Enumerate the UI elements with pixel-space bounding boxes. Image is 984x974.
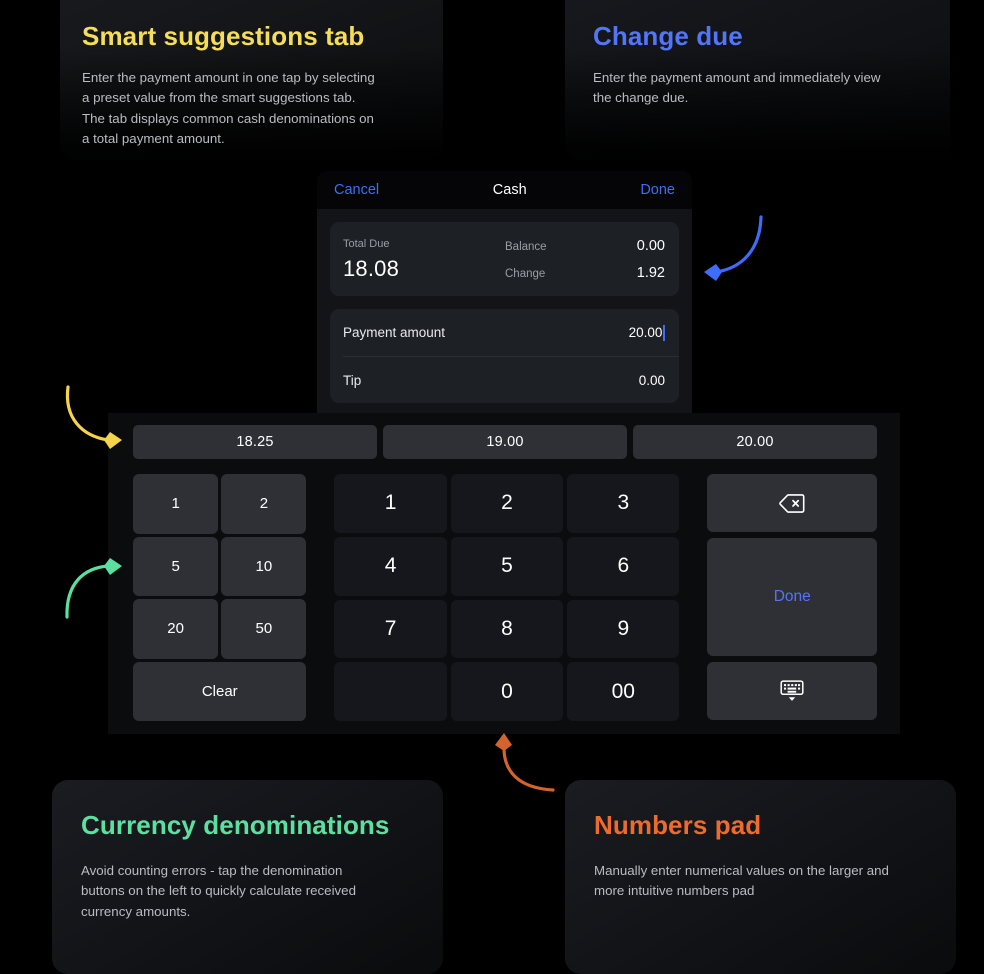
card-smart-suggestions-title: Smart suggestions tab bbox=[82, 21, 365, 51]
change-value: 1.92 bbox=[636, 264, 665, 281]
tip-label: Tip bbox=[343, 373, 362, 388]
denomination-key-20[interactable]: 20 bbox=[133, 599, 219, 659]
backspace-button[interactable] bbox=[707, 474, 877, 532]
smart-suggestions-tab: 18.25 19.00 20.00 bbox=[133, 425, 877, 459]
number-key-2[interactable]: 2 bbox=[450, 474, 564, 533]
keypad-actions: Done bbox=[707, 474, 877, 721]
totals-right-block: Balance 0.00 Change 1.92 bbox=[505, 238, 665, 281]
number-key-3[interactable]: 3 bbox=[567, 474, 680, 533]
currency-denominations-pad: 1 2 5 10 20 50 Clear bbox=[133, 474, 307, 721]
number-key-6[interactable]: 6 bbox=[567, 536, 680, 596]
card-numbers-pad: Numbers pad Manually enter numerical val… bbox=[565, 780, 956, 974]
total-due-block: Total Due 18.08 bbox=[343, 237, 400, 281]
text-caret bbox=[663, 324, 665, 341]
cash-payment-dialog: Cancel Cash Done Total Due 18.08 Balance… bbox=[317, 171, 692, 413]
cancel-button[interactable]: Cancel bbox=[334, 183, 379, 198]
backspace-icon bbox=[779, 493, 805, 513]
total-due-label: Total Due bbox=[343, 237, 390, 250]
keypad-grid: 1 2 5 10 20 50 Clear 1 2 3 4 5 6 7 8 9 0… bbox=[133, 474, 877, 721]
card-currency-denominations-title: Currency denominations bbox=[81, 810, 390, 840]
number-key-8[interactable]: 8 bbox=[450, 599, 564, 659]
number-key-7[interactable]: 7 bbox=[334, 599, 447, 659]
numbers-pad: 1 2 3 4 5 6 7 8 9 0 00 bbox=[334, 474, 680, 721]
arrow-to-numbers-pad bbox=[495, 733, 555, 792]
denomination-key-10[interactable]: 10 bbox=[221, 536, 307, 596]
suggestion-button[interactable]: 19.00 bbox=[383, 425, 627, 459]
keyboard-dismiss-icon bbox=[779, 680, 805, 702]
dismiss-keyboard-button[interactable] bbox=[707, 662, 877, 720]
dialog-title: Cash bbox=[492, 181, 527, 198]
card-numbers-pad-title: Numbers pad bbox=[594, 810, 762, 840]
number-key-0[interactable]: 0 bbox=[450, 662, 564, 721]
balance-value: 0.00 bbox=[636, 237, 665, 254]
number-key-4[interactable]: 4 bbox=[334, 536, 447, 596]
suggestion-button[interactable]: 20.00 bbox=[633, 425, 877, 459]
total-due-value: 18.08 bbox=[343, 255, 400, 281]
card-change-due-title: Change due bbox=[593, 21, 743, 51]
suggestion-button[interactable]: 18.25 bbox=[133, 425, 377, 459]
number-key-5[interactable]: 5 bbox=[450, 536, 564, 596]
card-change-due-body: Enter the payment amount and immediately… bbox=[593, 69, 881, 106]
fields-panel: Payment amount 20.00 Tip 0.00 bbox=[330, 309, 679, 403]
change-row: Change 1.92 bbox=[505, 265, 665, 281]
number-key-blank[interactable] bbox=[334, 662, 447, 721]
keypad-done-button[interactable]: Done bbox=[707, 538, 877, 656]
card-currency-denominations-body: Avoid counting errors - tap the denomina… bbox=[81, 862, 356, 919]
denomination-key-5[interactable]: 5 bbox=[133, 536, 219, 596]
payment-amount-value: 20.00 bbox=[628, 325, 663, 340]
totals-panel: Total Due 18.08 Balance 0.00 Change 1.92 bbox=[330, 222, 679, 296]
keypad-panel: 18.25 19.00 20.00 1 2 5 10 20 50 Clear 1… bbox=[108, 413, 900, 734]
balance-row: Balance 0.00 bbox=[505, 238, 665, 254]
tip-field[interactable]: 0.00 bbox=[639, 373, 665, 388]
denomination-key-1[interactable]: 1 bbox=[133, 474, 219, 534]
denomination-key-2[interactable]: 2 bbox=[221, 474, 307, 534]
done-button[interactable]: Done bbox=[640, 183, 675, 198]
payment-amount-row[interactable]: Payment amount 20.00 bbox=[330, 309, 679, 356]
balance-label: Balance bbox=[505, 240, 547, 253]
clear-button[interactable]: Clear bbox=[133, 661, 307, 721]
number-key-00[interactable]: 00 bbox=[567, 662, 680, 721]
arrow-to-change-due bbox=[704, 215, 763, 281]
tip-row[interactable]: Tip 0.00 bbox=[330, 357, 679, 404]
number-key-1[interactable]: 1 bbox=[334, 474, 447, 533]
tip-value: 0.00 bbox=[638, 373, 665, 388]
card-numbers-pad-body: Manually enter numerical values on the l… bbox=[594, 862, 889, 899]
card-smart-suggestions-body: Enter the payment amount in one tap by s… bbox=[82, 69, 375, 147]
card-change-due: Change due Enter the payment amount and … bbox=[565, 0, 950, 160]
card-currency-denominations: Currency denominations Avoid counting er… bbox=[52, 780, 443, 974]
dialog-header: Cancel Cash Done bbox=[317, 171, 692, 209]
number-key-9[interactable]: 9 bbox=[567, 599, 680, 659]
denomination-key-50[interactable]: 50 bbox=[221, 599, 307, 659]
payment-amount-label: Payment amount bbox=[343, 325, 446, 340]
payment-amount-field[interactable]: 20.00 bbox=[628, 324, 665, 341]
card-smart-suggestions: Smart suggestions tab Enter the payment … bbox=[60, 0, 443, 160]
change-label: Change bbox=[505, 267, 546, 280]
